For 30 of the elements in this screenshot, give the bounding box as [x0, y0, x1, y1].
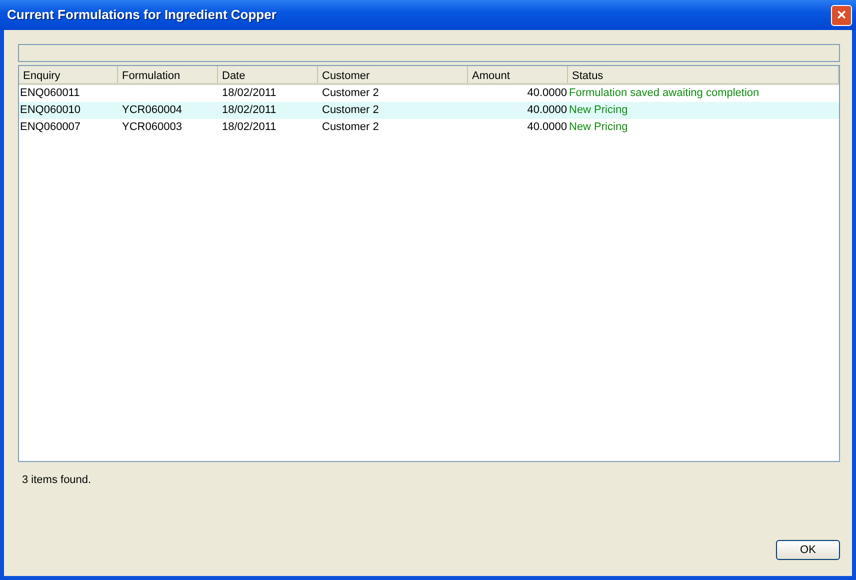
table-row[interactable]: ENQ060007 YCR060003 18/02/2011 Customer 2 40.0000 New Pricing: [19, 119, 839, 136]
column-header[interactable]: Enquiry: [19, 66, 118, 83]
table-cell-text: 40.0000: [526, 103, 568, 118]
table-cell-text: ENQ060011: [19, 86, 81, 102]
column-header[interactable]: Date: [218, 66, 318, 83]
close-button[interactable]: ×: [831, 4, 852, 26]
table-cell-text: 18/02/2011: [221, 120, 278, 136]
table-row[interactable]: ENQ060011 18/02/2011 Customer 2 40.0000 Formulation saved awaiting completion: [19, 85, 839, 102]
table-cell-text: Customer 2: [321, 120, 380, 136]
ok-button[interactable]: OK: [776, 540, 840, 560]
column-header[interactable]: Amount: [468, 66, 568, 83]
table-cell-text: New Pricing: [568, 120, 629, 136]
table-cell-text: Customer 2: [321, 86, 380, 102]
table-row[interactable]: ENQ060010 YCR060004 18/02/2011 Customer 2 40.0000 New Pricing: [19, 102, 839, 119]
table-cell-text: 18/02/2011: [221, 103, 278, 118]
table-cell-text: Formulation saved awaiting completion: [568, 86, 760, 102]
window-title: Current Formulations for Ingredient Copper: [6, 6, 278, 24]
column-header[interactable]: Status: [568, 66, 839, 83]
table-cell-text: ENQ060010: [19, 103, 82, 118]
table-cell-text: New Pricing: [568, 103, 629, 118]
table-cell-text: ENQ060007: [19, 120, 82, 136]
table-cell-text: 18/02/2011: [221, 86, 278, 102]
table-cell-text: 40.0000: [526, 120, 568, 136]
column-header[interactable]: Customer: [318, 66, 468, 83]
table-cell-text: YCR060003: [121, 120, 183, 136]
column-header[interactable]: Formulation: [118, 66, 218, 83]
status-text: 3 items found.: [22, 474, 92, 486]
table-cell-text: 40.0000: [526, 86, 568, 102]
table-cell-text: Customer 2: [321, 103, 380, 118]
table-cell-text: YCR060004: [121, 103, 183, 118]
